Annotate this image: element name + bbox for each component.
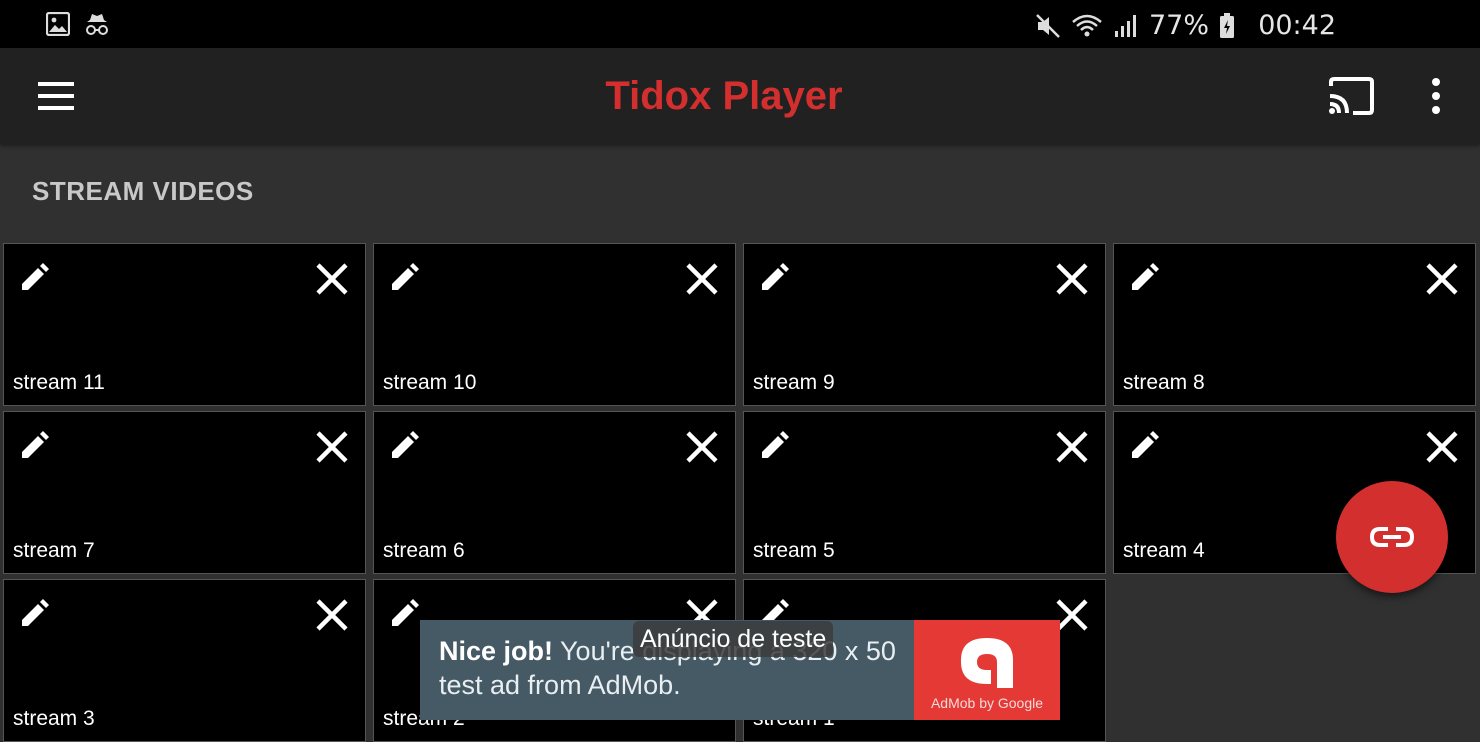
ad-headline: Nice job! (439, 636, 554, 666)
stream-tile[interactable]: stream 10 (373, 243, 736, 406)
add-link-button[interactable] (1336, 481, 1448, 593)
battery-charging-icon (1220, 12, 1234, 38)
cast-icon[interactable] (1327, 76, 1375, 116)
stream-tile[interactable]: stream 6 (373, 411, 736, 574)
stream-label: stream 5 (753, 539, 835, 562)
stream-label: stream 11 (13, 371, 105, 394)
stream-label: stream 3 (13, 707, 95, 730)
app-title: Tidox Player (605, 74, 843, 118)
close-icon[interactable] (315, 430, 349, 464)
pencil-icon[interactable] (758, 262, 790, 294)
pencil-icon[interactable] (1128, 430, 1160, 462)
close-icon[interactable] (685, 262, 719, 296)
pencil-icon[interactable] (1128, 262, 1160, 294)
section-title: STREAM VIDEOS (32, 176, 254, 206)
link-icon (1370, 527, 1414, 547)
close-icon[interactable] (315, 598, 349, 632)
pencil-icon[interactable] (388, 598, 420, 630)
pencil-icon[interactable] (388, 262, 420, 294)
close-icon[interactable] (1425, 430, 1459, 464)
stream-tile[interactable]: stream 11 (3, 243, 366, 406)
close-icon[interactable] (315, 262, 349, 296)
stream-label: stream 6 (383, 539, 465, 562)
stream-tile[interactable]: stream 3 (3, 579, 366, 742)
close-icon[interactable] (685, 430, 719, 464)
mute-icon (1036, 13, 1060, 38)
status-bar: 77% 00:42 (0, 0, 1480, 48)
battery-percent: 77% (1148, 10, 1209, 41)
status-left-icons (46, 12, 110, 36)
test-ad-label: Anúncio de teste (633, 621, 834, 657)
admob-icon (961, 638, 1013, 688)
stream-tile[interactable]: stream 9 (743, 243, 1106, 406)
stream-label: stream 7 (13, 539, 95, 562)
pencil-icon[interactable] (18, 598, 50, 630)
close-icon[interactable] (1055, 430, 1089, 464)
pencil-icon[interactable] (388, 430, 420, 462)
stream-tile[interactable]: stream 5 (743, 411, 1106, 574)
pencil-icon[interactable] (18, 262, 50, 294)
stream-label: stream 10 (383, 371, 477, 394)
close-icon[interactable] (1055, 598, 1089, 632)
signal-icon (1114, 14, 1136, 37)
pencil-icon[interactable] (18, 430, 50, 462)
ad-logo-caption: AdMob by Google (930, 695, 1044, 711)
wifi-icon (1072, 14, 1102, 36)
status-right-icons: 77% (1035, 10, 1235, 41)
stream-label: stream 9 (753, 371, 835, 394)
admob-logo: AdMob by Google (914, 620, 1060, 720)
stream-label: stream 4 (1123, 539, 1205, 562)
stream-label: stream 8 (1123, 371, 1205, 394)
image-icon (46, 12, 70, 36)
incognito-icon (86, 14, 108, 35)
pencil-icon[interactable] (758, 430, 790, 462)
app-bar: Tidox Player (0, 48, 1480, 144)
more-vert-icon[interactable] (1426, 78, 1446, 114)
stream-tile[interactable]: stream 7 (3, 411, 366, 574)
close-icon[interactable] (1055, 262, 1089, 296)
close-icon[interactable] (1425, 262, 1459, 296)
status-time: 00:42 (1258, 10, 1336, 41)
stream-tile[interactable]: stream 8 (1113, 243, 1476, 406)
